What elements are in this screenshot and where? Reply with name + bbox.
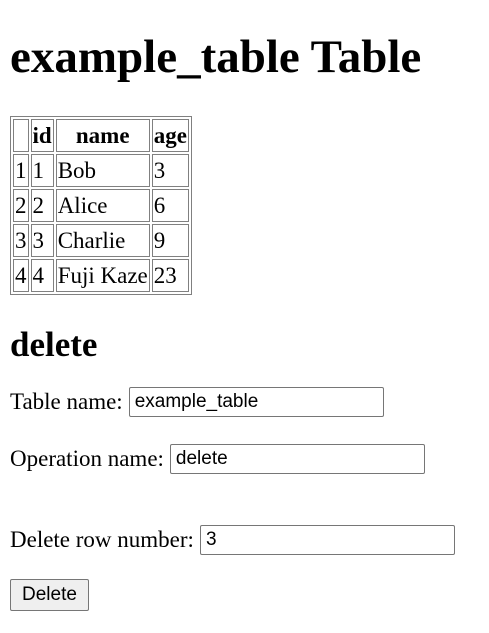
table-name-label: Table name:	[10, 389, 123, 414]
table-row: 2 2 Alice 6	[13, 189, 189, 222]
cell-index: 3	[13, 224, 29, 257]
operation-name-row: Operation name:	[10, 444, 479, 474]
cell-id: 3	[30, 224, 54, 257]
cell-id: 2	[30, 189, 54, 222]
page: example_table Table id name age 1 1 Bob …	[0, 0, 489, 611]
delete-form: Table name: Operation name: Delete row n…	[10, 387, 479, 611]
cell-name: Alice	[55, 189, 150, 222]
operation-name-label: Operation name:	[10, 446, 164, 471]
delete-button[interactable]: Delete	[10, 579, 89, 611]
column-header-index	[13, 119, 29, 152]
cell-index: 1	[13, 154, 29, 187]
submit-row: Delete	[10, 579, 479, 611]
table-row: 1 1 Bob 3	[13, 154, 189, 187]
cell-index: 4	[13, 259, 29, 292]
cell-age: 3	[151, 154, 189, 187]
table-name-row: Table name:	[10, 387, 479, 417]
delete-row-number-input[interactable]	[199, 525, 455, 555]
cell-id: 1	[30, 154, 54, 187]
column-header-name: name	[55, 119, 150, 152]
table-header-row: id name age	[13, 119, 189, 152]
cell-name: Fuji Kaze	[55, 259, 150, 292]
cell-name: Bob	[55, 154, 150, 187]
table-row: 3 3 Charlie 9	[13, 224, 189, 257]
column-header-id: id	[30, 119, 54, 152]
delete-row-number-row: Delete row number:	[10, 525, 479, 555]
cell-name: Charlie	[55, 224, 150, 257]
cell-age: 9	[151, 224, 189, 257]
cell-age: 23	[151, 259, 189, 292]
table-name-input[interactable]	[128, 387, 384, 417]
table-row: 4 4 Fuji Kaze 23	[13, 259, 189, 292]
cell-id: 4	[30, 259, 54, 292]
cell-age: 6	[151, 189, 189, 222]
column-header-age: age	[151, 119, 189, 152]
cell-index: 2	[13, 189, 29, 222]
section-title: delete	[10, 325, 98, 364]
delete-row-number-label: Delete row number:	[10, 527, 194, 552]
operation-name-input[interactable]	[169, 444, 425, 474]
data-table: id name age 1 1 Bob 3 2 2 Alice 6 3 3 Ch…	[10, 116, 192, 295]
page-title: example_table Table	[10, 31, 422, 83]
